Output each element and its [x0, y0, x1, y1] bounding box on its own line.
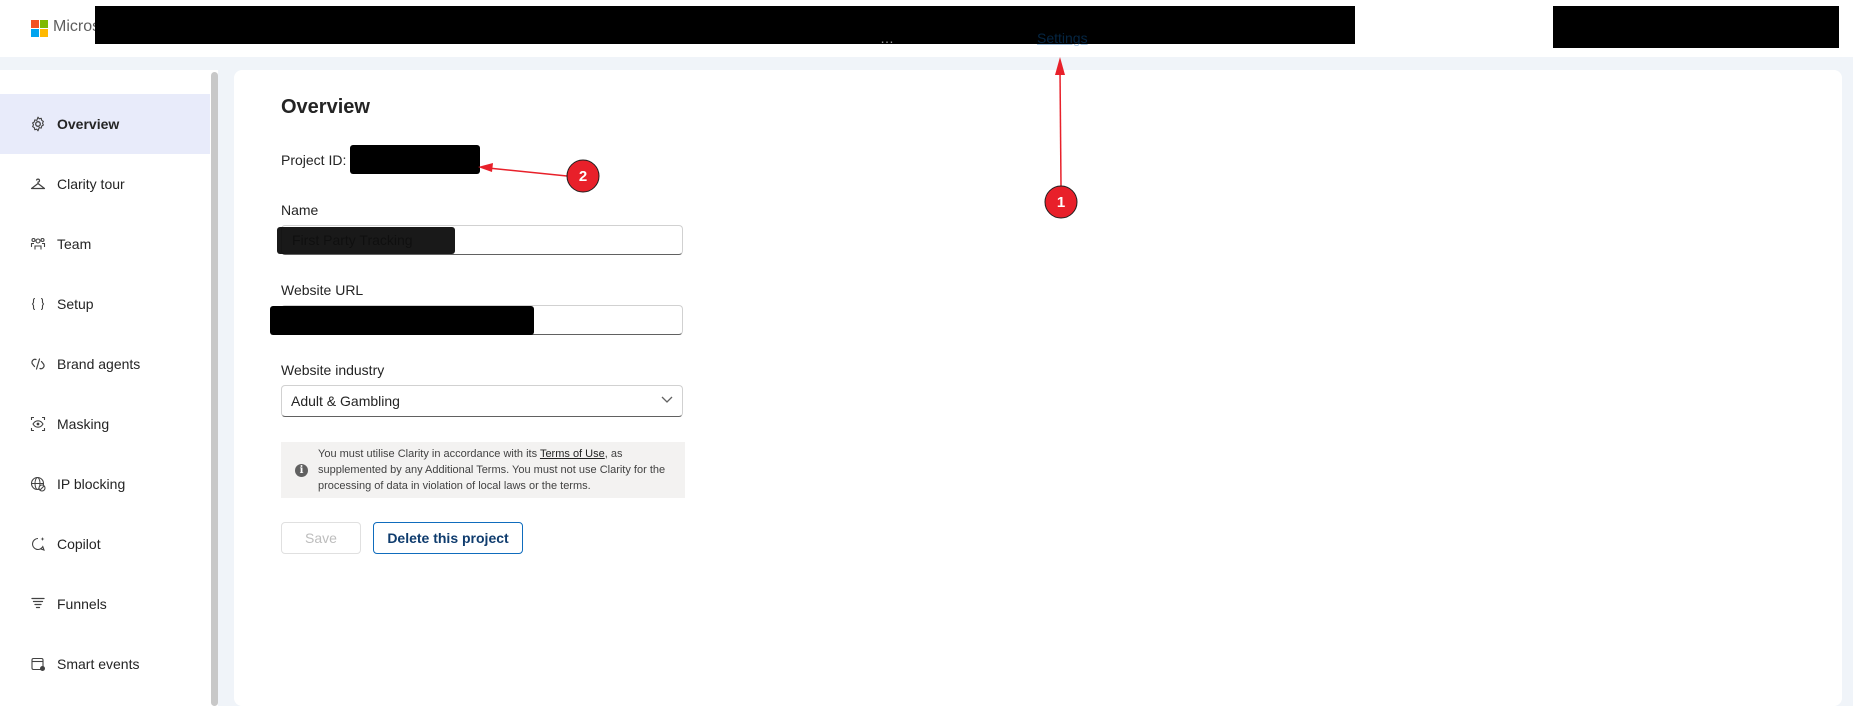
redacted-project-id	[350, 145, 480, 174]
info-icon: i	[295, 463, 308, 477]
main-panel: Overview Project ID: Name Website URL We…	[234, 70, 1842, 706]
sidebar-item-label: Team	[57, 236, 92, 252]
terms-of-use-link[interactable]: Terms of Use	[540, 448, 605, 460]
sidebar-item-overview[interactable]: Overview	[0, 94, 210, 154]
project-id-label: Project ID:	[281, 152, 347, 168]
funnel-icon	[28, 594, 48, 614]
sidebar-item-setup[interactable]: Setup	[0, 274, 210, 334]
sidebar-item-label: IP blocking	[57, 476, 126, 492]
sidebar-item-smart-events[interactable]: Smart events	[0, 634, 210, 694]
sidebar-item-label: Smart events	[57, 656, 140, 672]
page-title: Overview	[281, 96, 370, 118]
eye-scan-icon	[28, 414, 48, 434]
sidebar-item-label: Clarity tour	[57, 176, 125, 192]
top-nav-faint-text: …	[880, 30, 894, 46]
link-slash-icon	[28, 354, 48, 374]
save-button[interactable]: Save	[281, 522, 361, 554]
sidebar-item-clarity-tour[interactable]: Clarity tour	[0, 154, 210, 214]
notice-text-pre: You must utilise Clarity in accordance w…	[318, 448, 540, 460]
sidebar-item-label: Setup	[57, 296, 94, 312]
sidebar-item-funnels[interactable]: Funnels	[0, 574, 210, 634]
redacted-header	[95, 6, 1355, 44]
sidebar-scrollbar[interactable]	[211, 72, 218, 706]
top-bar: Micros … Settings	[0, 0, 1853, 57]
globe-block-icon	[28, 474, 48, 494]
redacted-website-url	[270, 306, 534, 335]
hanger-icon	[28, 174, 48, 194]
people-team-icon	[28, 234, 48, 254]
sidebar: Overview Clarity tour Team Setup Brand a…	[0, 70, 218, 706]
sidebar-item-team[interactable]: Team	[0, 214, 210, 274]
website-industry-label: Website industry	[281, 362, 385, 378]
terms-notice: i You must utilise Clarity in accordance…	[281, 442, 685, 498]
select-value: Adult & Gambling	[291, 393, 400, 409]
sidebar-item-label: Masking	[57, 416, 110, 432]
website-url-label: Website URL	[281, 282, 364, 298]
notice-text: You must utilise Clarity in accordance w…	[318, 446, 673, 494]
website-industry-select[interactable]: Adult & Gambling	[281, 385, 683, 417]
sidebar-item-ip-blocking[interactable]: IP blocking	[0, 454, 210, 514]
sidebar-item-label: Overview	[57, 116, 120, 132]
sidebar-item-label: Copilot	[57, 536, 101, 552]
microsoft-logo-icon	[31, 20, 48, 37]
sidebar-item-label: Funnels	[57, 596, 107, 612]
brand-name: Micros	[53, 18, 101, 35]
redacted-name	[277, 227, 455, 254]
sidebar-item-masking[interactable]: Masking	[0, 394, 210, 454]
chevron-down-icon	[660, 392, 674, 411]
redacted-account-area	[1553, 6, 1839, 48]
sidebar-item-brand-agents[interactable]: Brand agents	[0, 334, 210, 394]
sidebar-item-label: Brand agents	[57, 356, 141, 372]
braces-icon	[28, 294, 48, 314]
delete-project-button[interactable]: Delete this project	[373, 522, 523, 554]
gear-icon	[28, 114, 48, 134]
settings-link[interactable]: Settings	[1037, 30, 1088, 46]
sparkle-chat-icon	[28, 534, 48, 554]
sidebar-item-copilot[interactable]: Copilot	[0, 514, 210, 574]
name-label: Name	[281, 202, 319, 218]
calendar-event-icon	[28, 654, 48, 674]
